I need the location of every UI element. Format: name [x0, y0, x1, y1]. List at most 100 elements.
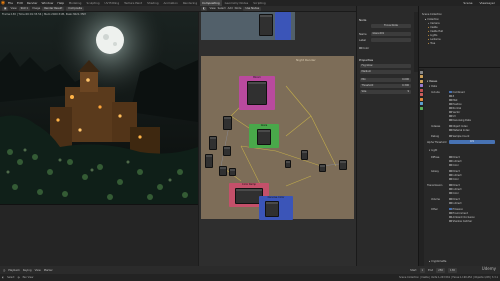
timeline-editor-icon[interactable]: ◷: [3, 269, 5, 272]
timeline-area[interactable]: [0, 204, 198, 266]
diffuse-indirect-checkbox[interactable]: [449, 159, 452, 163]
object-tab-icon[interactable]: [420, 97, 423, 101]
use-nodes-toggle[interactable]: Use Nodes: [243, 6, 262, 11]
view-layer-selector[interactable]: ViewLayer: [478, 1, 497, 5]
transmission-color[interactable]: Color: [449, 191, 459, 195]
frame-denoise[interactable]: Denoise Color: [259, 196, 293, 220]
data-tab-icon[interactable]: [420, 106, 423, 110]
volume-direct-checkbox[interactable]: [449, 197, 452, 201]
menu-window[interactable]: Window: [40, 1, 56, 5]
debug-sample-count-checkbox[interactable]: [449, 134, 452, 138]
index-material[interactable]: Material Index: [449, 128, 470, 132]
light-subheader[interactable]: ▾ Light: [429, 148, 437, 152]
view-menu[interactable]: View: [10, 7, 16, 10]
view-layer-tab-icon[interactable]: [420, 84, 423, 87]
threshold-slider[interactable]: Threshold 0.300: [360, 84, 411, 88]
node[interactable]: [259, 14, 273, 36]
image-selector[interactable]: Render Result: [42, 6, 65, 11]
node-loose-5[interactable]: [229, 168, 236, 176]
view-menu-timeline[interactable]: View: [35, 269, 41, 272]
glossy-direct-checkbox[interactable]: [449, 169, 452, 173]
node-section-header[interactable]: Node: [359, 18, 366, 22]
include-combined-checkbox[interactable]: [449, 90, 452, 94]
node-bloom-glare[interactable]: [247, 81, 267, 105]
transmission-color-checkbox[interactable]: [449, 191, 452, 195]
glossy-color-checkbox[interactable]: [449, 177, 452, 181]
include-mist-checkbox[interactable]: [449, 98, 452, 102]
focus-node-button[interactable]: Focus Node: [371, 24, 411, 28]
menu-render[interactable]: Render: [25, 1, 40, 5]
glossy-color[interactable]: Color: [449, 177, 459, 181]
other-emission-checkbox[interactable]: [449, 207, 452, 211]
world-tab-icon[interactable]: [420, 93, 423, 96]
render-viewport[interactable]: Frame:130 | Time:00:01:33.54 | Mem:2400.…: [0, 12, 198, 204]
scene-selector[interactable]: Scene: [461, 1, 474, 5]
menu-edit[interactable]: Edit: [15, 1, 25, 5]
frame-bloom[interactable]: Bloom: [239, 76, 275, 110]
node-label-field[interactable]: [371, 38, 411, 42]
include-denoising-checkbox[interactable]: [449, 118, 452, 122]
frame-glare[interactable]: Glare: [249, 124, 279, 148]
other-environment-checkbox[interactable]: [449, 211, 452, 215]
slot-selector[interactable]: Slot 1: [18, 6, 31, 11]
diffuse-direct-checkbox[interactable]: [449, 155, 452, 159]
color-checkbox[interactable]: [359, 46, 362, 50]
diffuse-color[interactable]: Color: [449, 163, 459, 167]
menu-help[interactable]: Help: [55, 1, 66, 5]
composite-selector[interactable]: Composite: [66, 6, 85, 11]
node-mix-2[interactable]: [319, 164, 326, 172]
node-select-menu[interactable]: Select: [218, 7, 226, 10]
outliner-row[interactable]: ▸ Tree: [428, 41, 435, 45]
output-tab-icon[interactable]: [420, 79, 423, 83]
diffuse-color-checkbox[interactable]: [449, 163, 452, 167]
render-tab-icon[interactable]: [420, 75, 423, 78]
node-render-layers[interactable]: [223, 116, 232, 130]
include-normal-checkbox[interactable]: [449, 106, 452, 110]
scene-tab-icon[interactable]: [420, 88, 423, 92]
transmission-indirect-checkbox[interactable]: [449, 187, 452, 191]
node-composite[interactable]: [339, 160, 347, 170]
properties-section-header[interactable]: Properties: [359, 58, 373, 62]
include-denoising[interactable]: Denoising Data: [449, 118, 471, 122]
keying-menu[interactable]: Keying: [23, 269, 32, 272]
tool-tab-icon[interactable]: [420, 70, 423, 74]
alpha-threshold-field[interactable]: 0.5: [449, 140, 495, 144]
outliner[interactable]: Scene Collection ▸ Collection ▸ Camera ▸ Ca…: [419, 6, 500, 68]
image-menu[interactable]: Image: [32, 7, 40, 10]
night-render-frame[interactable]: Night Render Bloom Glare Color Ramp Deno…: [201, 56, 354, 220]
playback-menu[interactable]: Playback: [8, 269, 20, 272]
node-editor-canvas[interactable]: Scene > Compositing Node Tree Night Rend…: [199, 12, 356, 266]
data-subheader[interactable]: ▾ Data: [429, 84, 437, 88]
include-position-checkbox[interactable]: [449, 102, 452, 106]
other-shadow-catcher-checkbox[interactable]: [449, 219, 452, 223]
passes-header[interactable]: ▾ Passes: [427, 79, 437, 83]
include-uv-checkbox[interactable]: [449, 114, 452, 118]
volume-indirect-checkbox[interactable]: [449, 201, 452, 205]
glare-type-select[interactable]: Fog Glow: [360, 64, 411, 68]
cryptomatte-subheader[interactable]: ▸ Cryptomatte: [429, 259, 446, 263]
index-material-checkbox[interactable]: [449, 128, 452, 132]
node-reroute[interactable]: [285, 160, 291, 168]
mix-slider[interactable]: Mix 0.000: [360, 78, 411, 82]
quality-select[interactable]: Medium: [360, 70, 411, 74]
properties-editor[interactable]: ▾ Passes ▾ Data Include Combined Z Mist Po…: [419, 69, 500, 266]
include-z-checkbox[interactable]: [449, 94, 452, 98]
volume-indirect[interactable]: Indirect: [449, 201, 462, 205]
node-denoise[interactable]: [265, 201, 279, 217]
include-vector-checkbox[interactable]: [449, 110, 452, 114]
menu-file[interactable]: File: [6, 1, 15, 5]
node-name-field[interactable]: Glare.001: [371, 32, 411, 36]
other-ao-checkbox[interactable]: [449, 215, 452, 219]
editor-type-button[interactable]: ▣: [2, 6, 9, 11]
node-loose-1[interactable]: [209, 136, 217, 150]
node-editor-type-button[interactable]: ◧: [201, 6, 208, 11]
index-object-checkbox[interactable]: [449, 124, 452, 128]
current-frame-field[interactable]: 130: [448, 267, 457, 273]
end-frame-field[interactable]: 250: [436, 267, 446, 273]
node-loose-4[interactable]: [219, 166, 227, 176]
transmission-direct-checkbox[interactable]: [449, 183, 452, 187]
node-glare[interactable]: [257, 129, 271, 145]
node-node-menu[interactable]: Node: [235, 7, 242, 10]
glossy-indirect-checkbox[interactable]: [449, 173, 452, 177]
color-toggle[interactable]: Color: [359, 46, 369, 50]
